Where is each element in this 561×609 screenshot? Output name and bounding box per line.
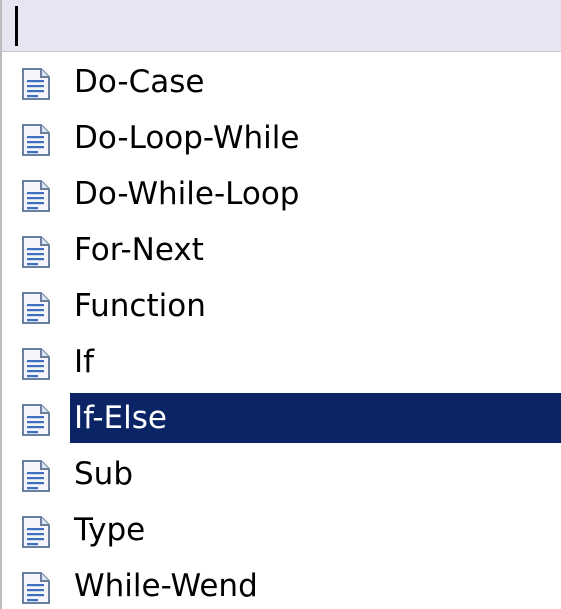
snippet-filter-input[interactable] xyxy=(2,0,561,52)
snippet-item-label: If xyxy=(74,344,95,380)
snippet-item-label: Do-Loop-While xyxy=(74,120,300,156)
snippet-item-if[interactable]: If xyxy=(2,333,561,389)
snippet-item-for-next[interactable]: For-Next xyxy=(2,221,561,277)
snippet-document-icon xyxy=(18,570,54,606)
snippet-document-icon xyxy=(18,402,54,438)
snippet-item-do-while-loop[interactable]: Do-While-Loop xyxy=(2,165,561,221)
snippet-item-label: Do-Case xyxy=(74,64,205,100)
snippet-document-icon xyxy=(18,178,54,214)
snippet-item-function[interactable]: Function xyxy=(2,277,561,333)
snippet-item-label: Sub xyxy=(74,456,134,492)
text-caret xyxy=(15,6,18,46)
snippet-item-sub[interactable]: Sub xyxy=(2,445,561,501)
snippet-picker-popup: Do-Case Do-Loop-While Do-While-Loop For-… xyxy=(0,0,561,609)
snippet-item-label: For-Next xyxy=(74,232,204,268)
snippet-list: Do-Case Do-Loop-While Do-While-Loop For-… xyxy=(2,53,561,609)
snippet-item-if-else[interactable]: If-Else xyxy=(2,389,561,445)
snippet-document-icon xyxy=(18,122,54,158)
snippet-item-while-wend[interactable]: While-Wend xyxy=(2,557,561,609)
snippet-document-icon xyxy=(18,346,54,382)
snippet-item-type[interactable]: Type xyxy=(2,501,561,557)
snippet-item-do-case[interactable]: Do-Case xyxy=(2,53,561,109)
snippet-item-label: Function xyxy=(74,288,206,324)
snippet-document-icon xyxy=(18,234,54,270)
snippet-document-icon xyxy=(18,290,54,326)
snippet-document-icon xyxy=(18,458,54,494)
snippet-item-label: Type xyxy=(74,512,146,548)
snippet-document-icon xyxy=(18,514,54,550)
snippet-item-label: Do-While-Loop xyxy=(74,176,300,212)
snippet-item-label: While-Wend xyxy=(74,568,258,604)
snippet-item-label: If-Else xyxy=(70,393,561,443)
snippet-item-do-loop-while[interactable]: Do-Loop-While xyxy=(2,109,561,165)
snippet-document-icon xyxy=(18,66,54,102)
